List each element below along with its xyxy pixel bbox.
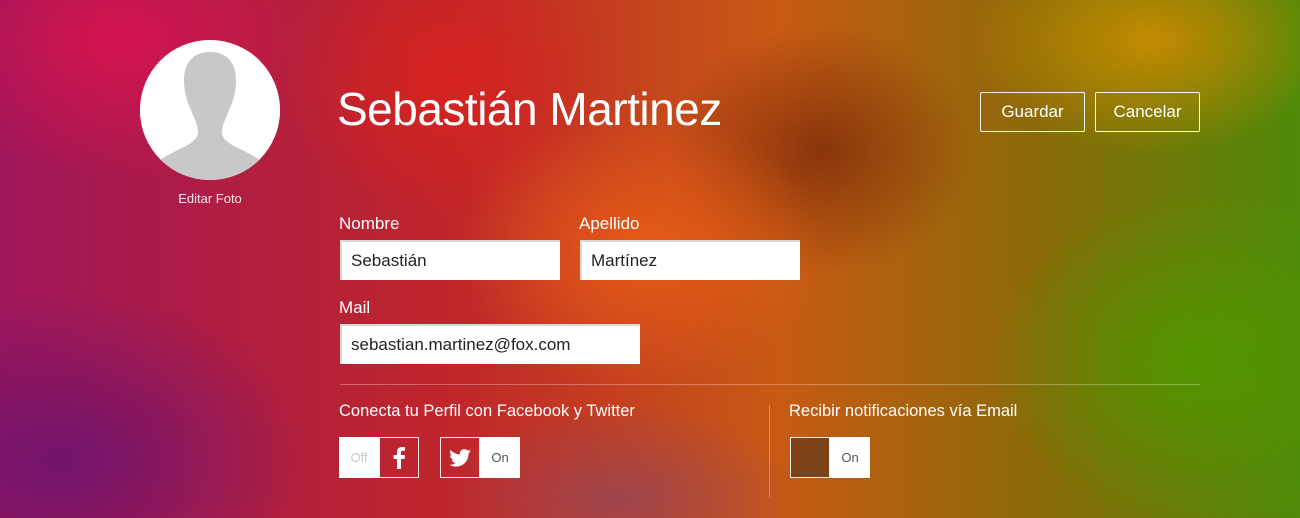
twitter-toggle-state: On <box>480 437 520 478</box>
email-label: Mail <box>339 298 371 317</box>
social-connect-label: Conecta tu Perfil con Facebook y Twitter <box>339 402 635 420</box>
email-notifications-toggle[interactable]: On <box>790 437 871 478</box>
last-name-field[interactable] <box>580 240 800 280</box>
facebook-toggle-state: Off <box>339 437 379 478</box>
user-silhouette-icon <box>140 40 280 180</box>
first-name-label: Nombre <box>339 214 400 233</box>
email-field[interactable] <box>340 324 640 364</box>
toggle-knob <box>790 437 830 478</box>
page-title: Sebastián Martinez <box>337 83 722 135</box>
last-name-label: Apellido <box>579 214 640 233</box>
twitter-toggle[interactable]: On <box>440 437 521 478</box>
section-divider <box>340 384 1200 385</box>
vertical-divider <box>769 405 770 498</box>
facebook-toggle[interactable]: Off <box>339 437 420 478</box>
email-notifications-state: On <box>830 437 870 478</box>
twitter-icon <box>440 437 480 478</box>
cancel-button[interactable]: Cancelar <box>1095 92 1200 132</box>
edit-photo-link[interactable]: Editar Foto <box>140 191 280 206</box>
first-name-field[interactable] <box>340 240 560 280</box>
email-notifications-label: Recibir notificaciones vía Email <box>789 402 1018 420</box>
facebook-icon <box>379 437 419 478</box>
save-button[interactable]: Guardar <box>980 92 1085 132</box>
avatar[interactable] <box>140 40 280 180</box>
